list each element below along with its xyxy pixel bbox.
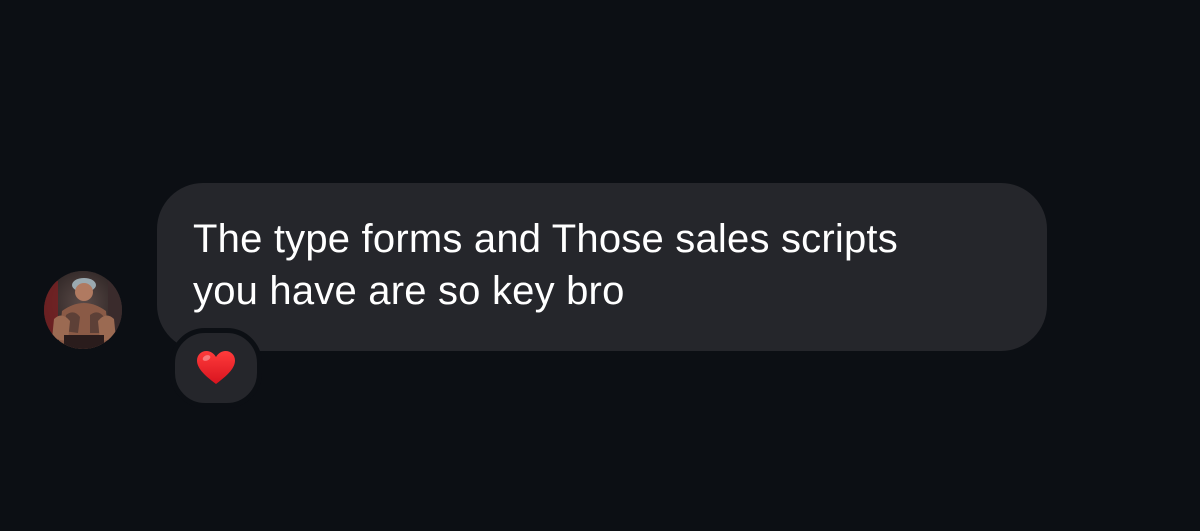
profile-photo-icon: [44, 271, 122, 349]
heart-emoji-icon: [197, 351, 235, 384]
message-text: The type forms and Those sales scripts y…: [193, 213, 1011, 317]
chat-thread: The type forms and Those sales scripts y…: [0, 0, 1200, 531]
reaction-badge[interactable]: [170, 328, 262, 408]
message-bubble[interactable]: The type forms and Those sales scripts y…: [157, 183, 1047, 351]
message-line: you have are so key bro: [193, 269, 625, 313]
message-line: The type forms and Those sales scripts: [193, 217, 898, 261]
sender-avatar[interactable]: [44, 271, 122, 349]
